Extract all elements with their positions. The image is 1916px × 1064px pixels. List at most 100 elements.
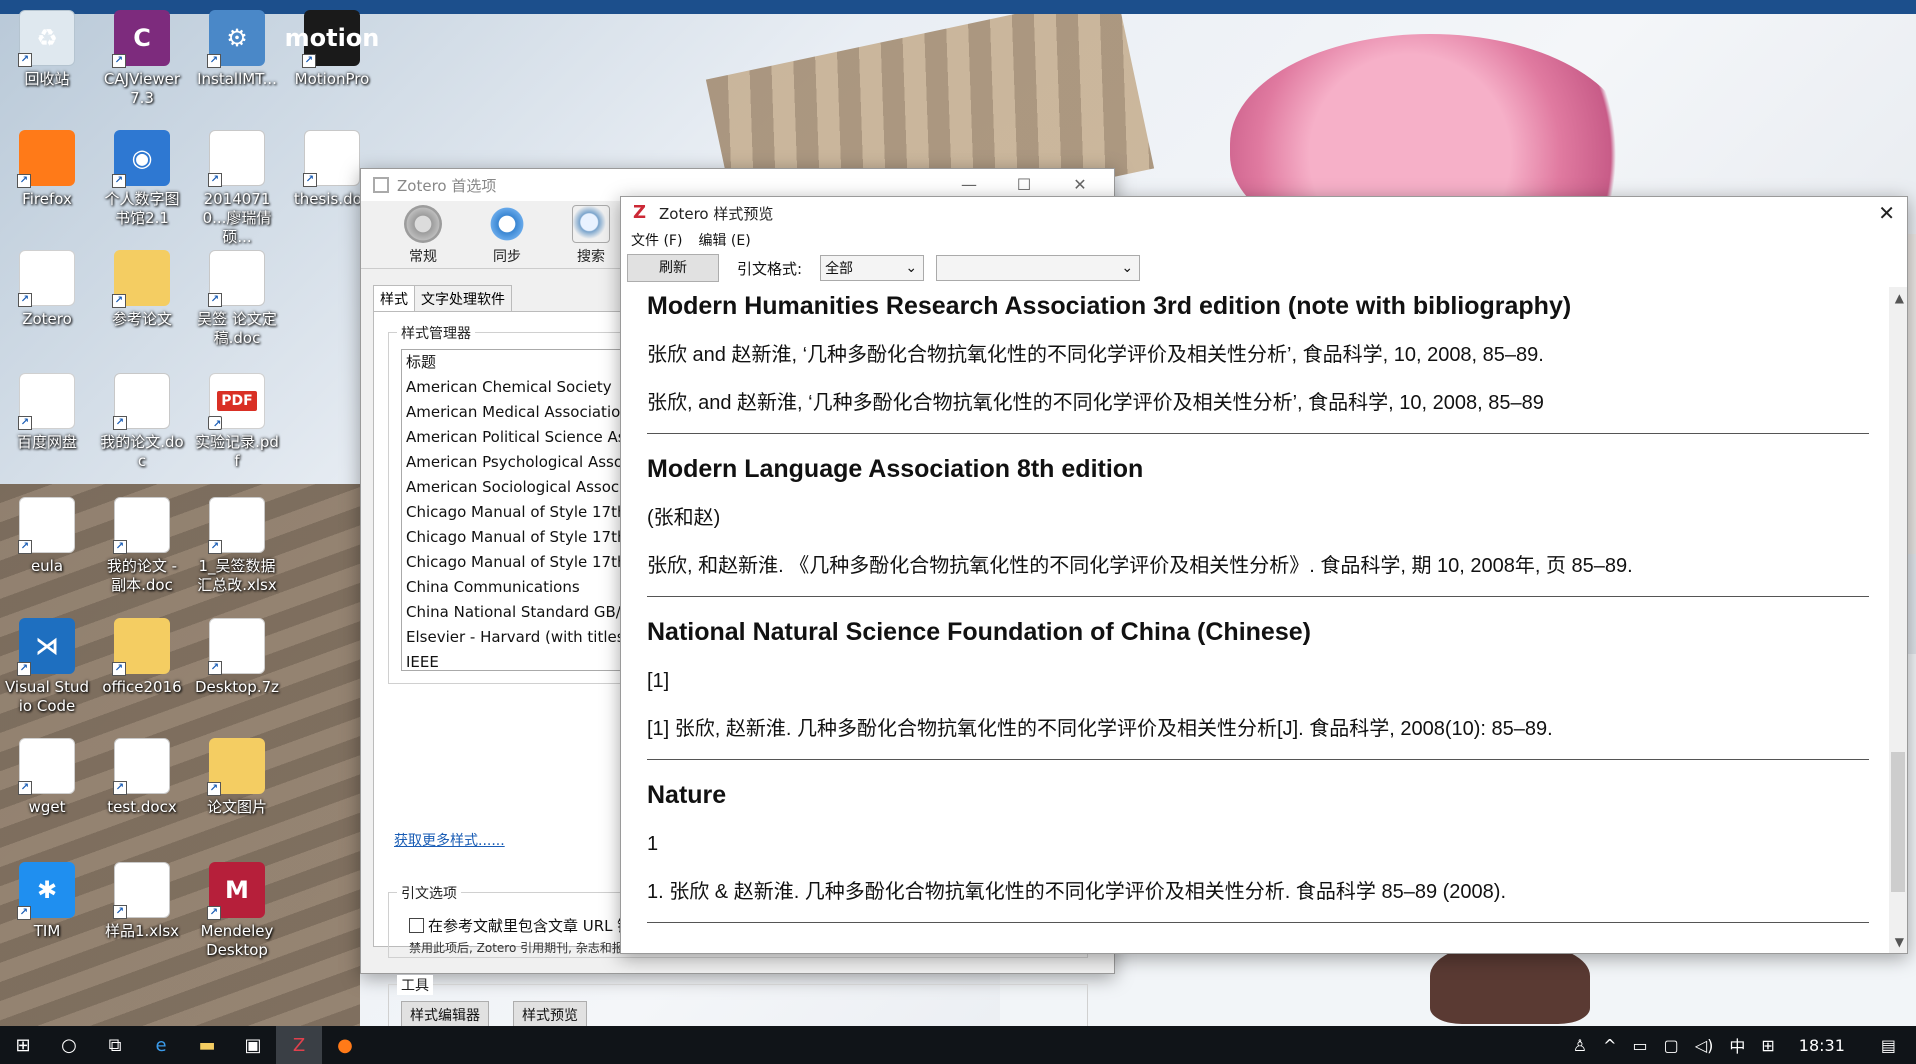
firefox-taskbar-icon[interactable]: ● — [322, 1026, 368, 1064]
scroll-down-icon[interactable]: ▼ — [1895, 935, 1904, 949]
close-icon[interactable]: ✕ — [1878, 201, 1895, 225]
menu-edit[interactable]: 编辑 (E) — [698, 230, 750, 250]
desktop-icon[interactable]: ♻ ↗ 回收站 — [3, 10, 91, 89]
desktop-icon-label: Desktop.7z — [194, 678, 280, 696]
installer-icon: ⚙ ↗ — [207, 10, 265, 68]
minimize-icon[interactable]: — — [959, 175, 979, 194]
desktop-icon[interactable]: X ↗ 1_吴签数据汇总改.xlsx — [193, 497, 281, 595]
desktop-icon-label: 20140710...廖瑞倩 硕... — [202, 190, 272, 246]
edge-icon[interactable]: e — [138, 1026, 184, 1064]
include-url-checkbox[interactable]: 在参考文献里包含文章 URL 链 — [409, 915, 632, 936]
ime-indicator[interactable]: 中 — [1729, 1033, 1745, 1057]
desktop-icon[interactable]: ↗ 论文图片 — [193, 738, 281, 817]
preview-scrollbar[interactable]: ▲ ▼ — [1889, 287, 1907, 953]
excel-icon: X ↗ — [208, 497, 265, 554]
style-entry-heading: Nature — [647, 781, 727, 809]
system-tray: ♙ ^ ▭ ▢ ◁) 中 ⊞ 18:31 ▤ — [1565, 1026, 1916, 1064]
style-manager-title: 样式管理器 — [397, 323, 475, 343]
desktop-icon[interactable]: ✱ ↗ TIM — [3, 862, 91, 941]
word-doc-icon: W ↗ — [208, 130, 265, 187]
pane-sync[interactable]: 同步 — [465, 201, 549, 268]
shortcut-arrow-icon: ↗ — [112, 662, 126, 676]
desktop-icon[interactable]: motion ↗ MotionPro — [285, 10, 379, 89]
zotero-icon: Z ↗ — [18, 250, 75, 307]
shortcut-arrow-icon: ↗ — [303, 173, 317, 187]
desktop-icon-label: Mendeley Desktop — [200, 922, 274, 959]
zotero-style-preview-window: Z Zotero 样式预览 ✕ 文件 (F) 编辑 (E) 刷新 引文格式: 全… — [620, 196, 1908, 954]
desktop-icon[interactable]: ⋊ ↗ Visual Studio Code — [3, 618, 91, 716]
shortcut-arrow-icon: ↗ — [18, 540, 32, 554]
locale-select[interactable]: ⌄ — [936, 255, 1141, 281]
tab-word-processors[interactable]: 文字处理软件 — [414, 285, 512, 313]
network-icon[interactable]: ▢ — [1664, 1036, 1679, 1055]
task-view-icon[interactable]: ⧉ — [92, 1026, 138, 1064]
maximize-icon[interactable]: ☐ — [1014, 175, 1034, 194]
desktop-icon[interactable]: W ↗ 吴签 论文定稿.doc — [193, 250, 281, 348]
desktop-icon[interactable]: ↗ Firefox — [3, 130, 91, 209]
cortana-icon[interactable]: ○ — [46, 1026, 92, 1064]
desktop-icon[interactable]: ↗ 参考论文 — [98, 250, 186, 329]
desktop-icon[interactable]: W ↗ 我的论文 - 副本.doc — [98, 497, 186, 595]
tab-styles[interactable]: 样式 — [373, 285, 415, 313]
desktop-icon-label: 样品1.xlsx — [104, 922, 180, 940]
excel-icon: X ↗ — [113, 862, 170, 919]
checkbox-box[interactable] — [409, 918, 424, 933]
close-icon[interactable]: ✕ — [1070, 175, 1090, 194]
baidu-netdisk-icon: ∞ ↗ — [18, 373, 75, 430]
desktop-icon[interactable]: PDF ↗ 实验记录.pdf — [193, 373, 281, 471]
desktop-icon[interactable]: M ↗ Mendeley Desktop — [193, 862, 281, 960]
desktop-icon[interactable]: ↗ Desktop.7z — [193, 618, 281, 697]
desktop-icon[interactable]: Z ↗ Zotero — [3, 250, 91, 329]
shortcut-arrow-icon: ↗ — [208, 416, 222, 430]
style-entry-heading: National Natural Science Foundation of C… — [647, 618, 1311, 646]
shortcut-arrow-icon: ↗ — [18, 781, 32, 795]
shortcut-arrow-icon: ↗ — [208, 661, 222, 675]
get-more-styles-link[interactable]: 获取更多样式...... — [394, 830, 505, 850]
bibliography-line: 张欣, and 赵新淮, ‘几种多酚化合物抗氧化性的不同化学评价及相关性分析’,… — [647, 392, 1544, 414]
desktop-icon[interactable]: ↗ office2016 — [98, 618, 186, 697]
preview-titlebar[interactable]: Z Zotero 样式预览 — [621, 197, 1907, 229]
desktop-icon-label: office2016 — [102, 678, 182, 696]
zotero-pref-window-icon — [373, 177, 389, 193]
start-icon[interactable]: ⊞ — [0, 1026, 46, 1064]
desktop-icon[interactable]: W ↗ test.docx — [98, 738, 186, 817]
desktop-icon[interactable]: ⚙ ↗ InstallMT... — [193, 10, 281, 89]
word-doc-icon: W ↗ — [113, 738, 170, 795]
desktop-icon[interactable]: X ↗ 样品1.xlsx — [98, 862, 186, 941]
scroll-up-icon[interactable]: ▲ — [1895, 291, 1904, 305]
battery-icon[interactable]: ▭ — [1633, 1036, 1648, 1055]
desktop-icon[interactable]: W ↗ 我的论文.doc — [98, 373, 186, 471]
shortcut-arrow-icon: ↗ — [18, 416, 32, 430]
shortcut-arrow-icon: ↗ — [207, 782, 221, 796]
desktop-icon[interactable]: C ↗ CAJViewer 7.3 — [98, 10, 186, 108]
desktop-icon-label: 1_吴签数据汇总改.xlsx — [197, 557, 277, 594]
chevron-up-icon[interactable]: ^ — [1603, 1036, 1616, 1055]
menu-file[interactable]: 文件 (F) — [631, 230, 682, 250]
desktop-icon[interactable]: W ↗ 20140710...廖瑞倩 硕... — [193, 130, 281, 247]
volume-icon[interactable]: ◁) — [1695, 1036, 1714, 1055]
firefox-icon: ↗ — [17, 130, 75, 188]
desktop-icon[interactable]: ⚙ ↗ wget — [3, 738, 91, 817]
desktop-icon[interactable]: ∞ ↗ 百度网盘 — [3, 373, 91, 452]
desktop-icon[interactable]: ↗ eula — [3, 497, 91, 576]
scrollbar-thumb[interactable] — [1891, 752, 1905, 892]
zotero-taskbar-icon[interactable]: Z — [276, 1026, 322, 1064]
file-explorer-icon[interactable]: ▬ — [184, 1026, 230, 1064]
clock[interactable]: 18:31 — [1799, 1036, 1845, 1055]
desktop-icon-label: 参考论文 — [111, 310, 172, 328]
zotero-logo-icon: Z — [633, 202, 647, 223]
notification-icon[interactable]: ▤ — [1881, 1036, 1896, 1055]
preview-content[interactable]: Modern Humanities Research Association 3… — [621, 287, 1889, 953]
gear-icon — [404, 205, 442, 243]
shortcut-arrow-icon: ↗ — [113, 416, 127, 430]
desktop-icon[interactable]: ◉ ↗ 个人数字图书馆2.1 — [98, 130, 186, 228]
people-icon[interactable]: ♙ — [1573, 1036, 1587, 1055]
pane-general[interactable]: 常规 — [381, 201, 465, 268]
keyboard-icon[interactable]: ⊞ — [1761, 1036, 1774, 1055]
tools-title: 工具 — [397, 975, 433, 995]
vscode-icon: ⋊ ↗ — [17, 618, 75, 676]
store-icon[interactable]: ▣ — [230, 1026, 276, 1064]
refresh-button[interactable]: 刷新 — [627, 254, 719, 282]
citation-format-select[interactable]: 全部 ⌄ — [820, 255, 925, 281]
desktop-icon-label: 论文图片 — [206, 798, 267, 816]
